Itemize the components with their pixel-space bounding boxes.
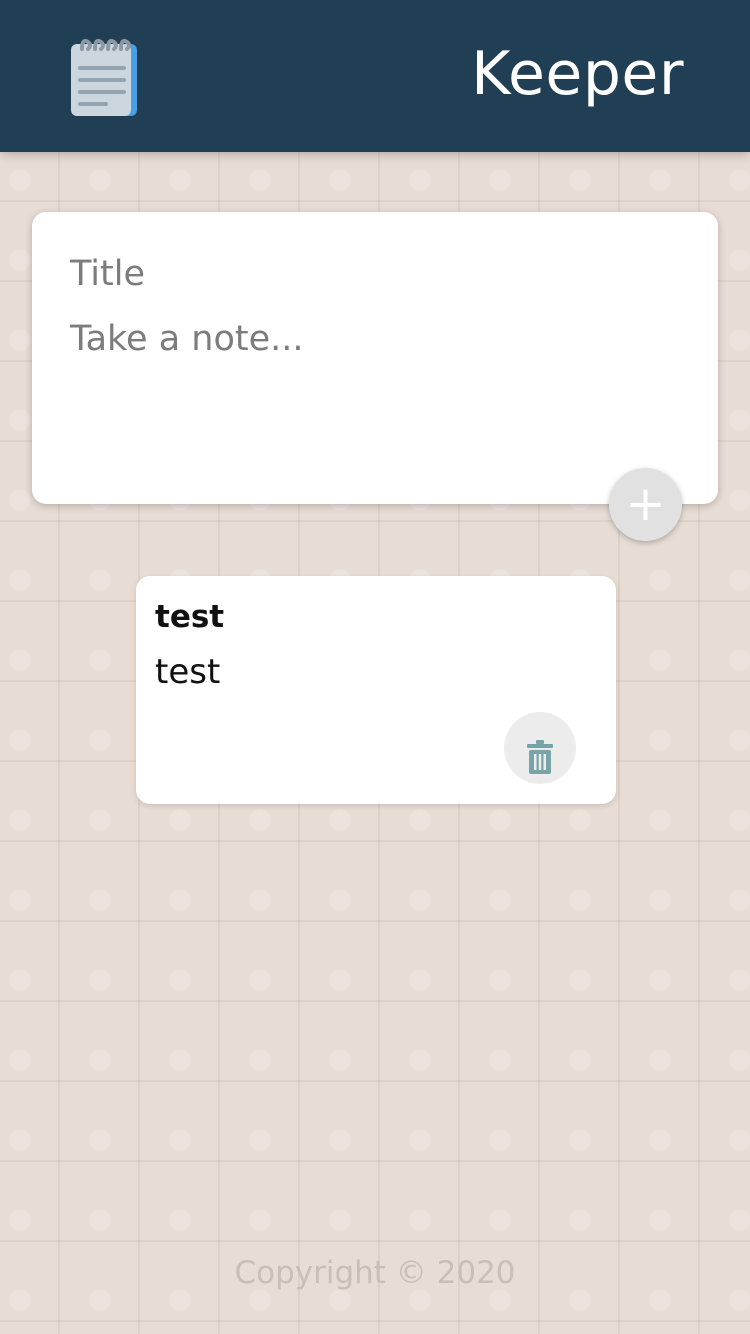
app-header: Keeper <box>0 0 750 152</box>
note-title-input[interactable] <box>70 254 670 294</box>
app-title: Keeper <box>471 39 684 109</box>
delete-note-button[interactable] <box>504 712 576 784</box>
notepad-icon <box>64 34 142 120</box>
add-note-button[interactable]: + <box>609 468 682 541</box>
note-content: test <box>155 652 221 692</box>
create-note-form <box>32 212 718 504</box>
note-card: test test <box>136 576 616 804</box>
copyright-footer: Copyright © 2020 <box>234 1255 516 1291</box>
trash-icon <box>504 740 576 774</box>
note-title: test <box>155 599 225 635</box>
note-content-input[interactable] <box>70 316 670 466</box>
